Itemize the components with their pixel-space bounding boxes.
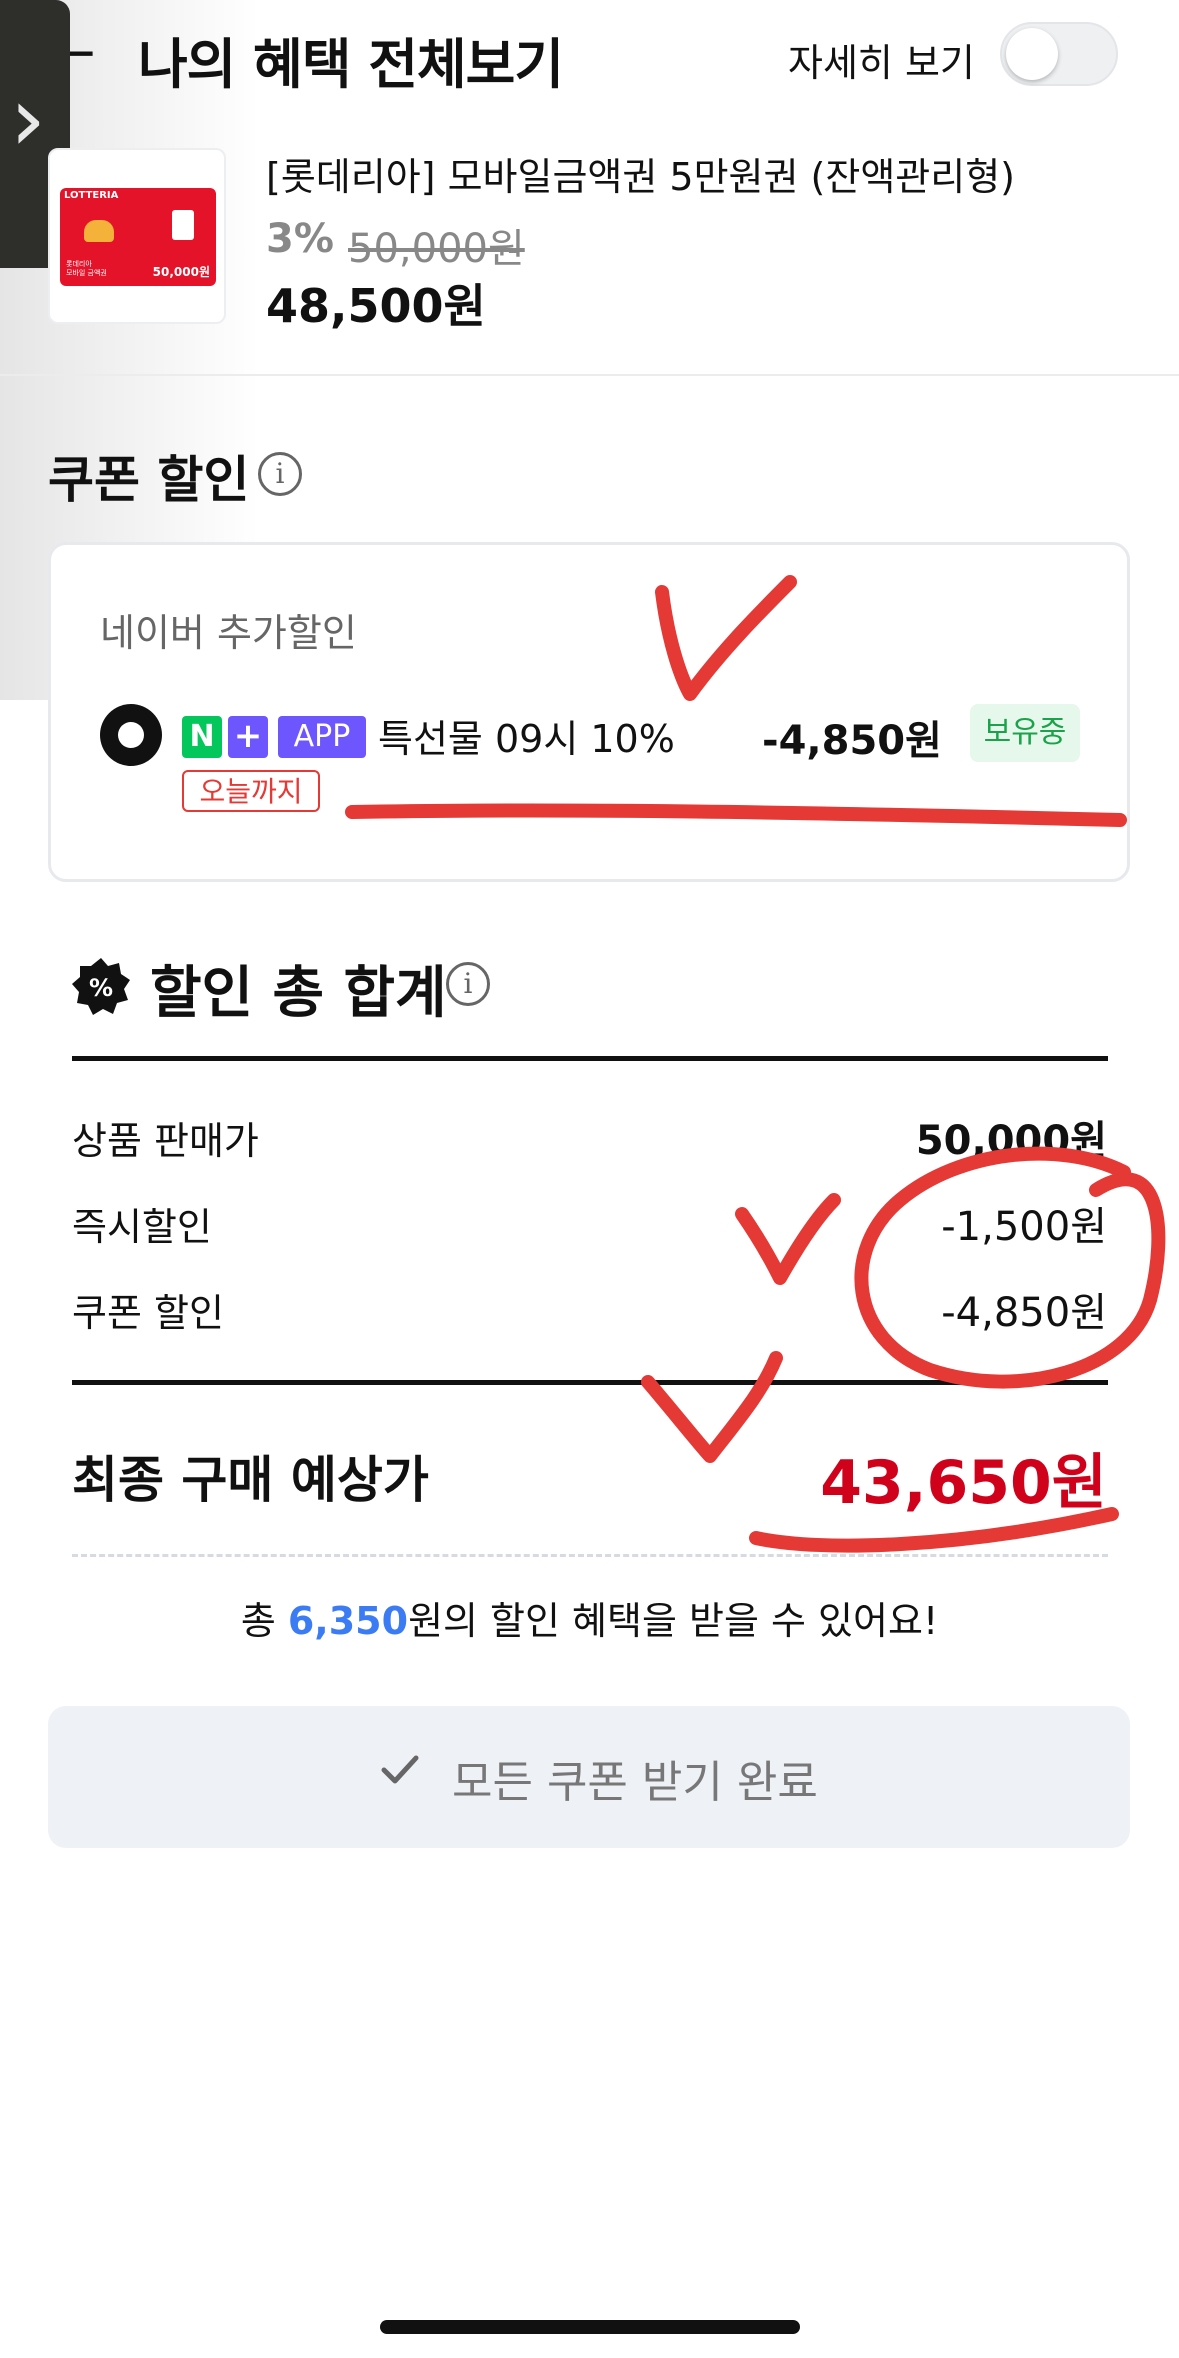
info-icon[interactable]: i: [446, 962, 490, 1006]
dashed-divider: [72, 1554, 1108, 1557]
divider: [72, 1056, 1108, 1061]
card-caption: 롯데리아 모바일 금액권: [66, 260, 107, 277]
detail-toggle[interactable]: [1000, 22, 1118, 86]
discount-rate: 3%: [266, 216, 334, 262]
row-label: 상품 판매가: [72, 1119, 259, 1163]
final-price-label: 최종 구매 예상가: [72, 1451, 429, 1509]
row-value: -1,500원: [941, 1204, 1107, 1250]
product-thumbnail: LOTTERIA 롯데리아 모바일 금액권 50,000원: [48, 148, 226, 324]
detail-toggle-label: 자세히 보기: [788, 41, 975, 85]
final-price-value: 43,650원: [820, 1448, 1107, 1518]
row-value: 50,000원: [915, 1118, 1107, 1164]
total-section-title: 할인 총 합계: [150, 961, 447, 1026]
card-amount: 50,000원: [152, 265, 210, 279]
home-indicator: [380, 2320, 800, 2334]
coupon-subtitle: 네이버 추가할인: [100, 611, 357, 655]
app-badge: APP: [278, 716, 366, 758]
naver-n-badge: N: [182, 716, 222, 758]
check-icon: [381, 1755, 419, 1784]
toggle-knob: [1006, 28, 1058, 80]
product-name: [롯데리아] 모바일금액권 5만원권 (잔액관리형): [266, 155, 1015, 199]
coupon-radio[interactable]: [100, 704, 162, 766]
page-title: 나의 혜택 전체보기: [138, 33, 564, 96]
radio-dot: [118, 722, 144, 748]
done-button-label: 모든 쿠폰 받기 완료: [452, 1757, 818, 1808]
percent-badge-icon: %: [72, 958, 130, 1015]
fries-icon: [172, 210, 194, 240]
plus-badge: +: [228, 716, 268, 758]
savings-amount: 6,350: [287, 1599, 409, 1643]
row-label: 쿠폰 할인: [72, 1291, 224, 1335]
coupon-amount: -4,850원: [762, 718, 942, 764]
chevron-right-icon[interactable]: ›: [10, 70, 46, 170]
svg-text:%: %: [89, 974, 113, 1002]
savings-summary: 총 6,350원의 할인 혜택을 받을 수 있어요!: [240, 1599, 939, 1643]
burger-icon: [84, 220, 114, 242]
coupon-name: 특선물 09시 10%: [378, 717, 675, 761]
coupon-section-title: 쿠폰 할인: [48, 451, 250, 509]
divider: [72, 1380, 1108, 1385]
row-value: -4,850원: [941, 1290, 1107, 1336]
card-brand: LOTTERIA: [64, 190, 119, 201]
divider: [0, 374, 1179, 376]
row-label: 즉시할인: [72, 1205, 212, 1249]
info-icon[interactable]: i: [258, 452, 302, 496]
expiry-badge: 오늘까지: [182, 770, 320, 812]
owned-badge: 보유중: [970, 704, 1080, 762]
gift-card-image: LOTTERIA 롯데리아 모바일 금액권 50,000원: [60, 188, 216, 286]
sale-price: 48,500원: [266, 279, 486, 333]
original-price: 50,000원: [348, 226, 525, 272]
all-coupons-received-button[interactable]: 모든 쿠폰 받기 완료: [48, 1706, 1130, 1848]
